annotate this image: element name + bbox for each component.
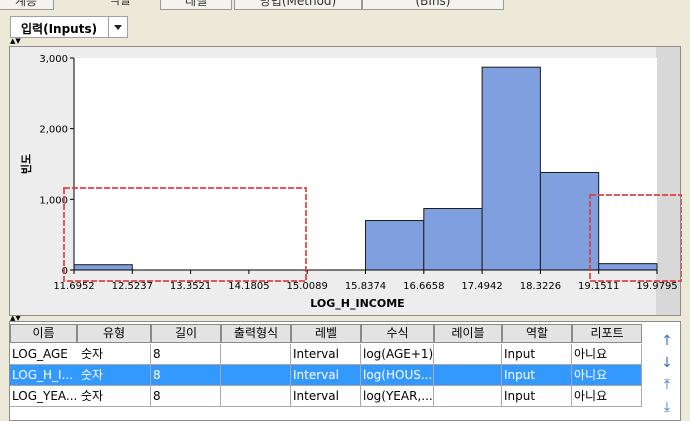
histogram-bar[interactable]: [481, 66, 541, 271]
header-label: 리포트: [590, 326, 624, 340]
histogram-bar[interactable]: [365, 220, 425, 271]
histogram-bar[interactable]: [598, 263, 658, 271]
top-cell-label: 역할: [108, 0, 132, 7]
cell-role[interactable]: Input: [502, 344, 572, 365]
arrow-up-icon: ↑: [661, 333, 673, 349]
x-axis-label: LOG_H_INCOME: [310, 297, 404, 310]
cell-type[interactable]: 숫자: [79, 365, 151, 386]
x-tick-label: 19.9795: [636, 281, 677, 292]
column-header-label[interactable]: 레이블: [434, 324, 502, 343]
column-header-name[interactable]: 이름: [10, 324, 77, 343]
header-label: 역할: [525, 326, 549, 340]
header-label: 수식: [386, 326, 409, 340]
histogram-bar[interactable]: [423, 208, 483, 271]
cell-level[interactable]: Interval: [291, 344, 361, 365]
arrow-down-icon: ↓: [661, 355, 673, 371]
move-top-button[interactable]: ⤒: [658, 376, 676, 394]
cell-level[interactable]: Interval: [291, 365, 361, 386]
column-header-report[interactable]: 리포트: [572, 324, 642, 343]
move-bottom-button[interactable]: ⤓: [658, 398, 676, 416]
cell-format[interactable]: [221, 386, 291, 407]
x-tick-label: 15.8374: [345, 281, 386, 292]
header-label: 유형: [102, 326, 126, 340]
chart-scrollbar[interactable]: [656, 47, 680, 315]
arrow-to-bottom-icon: ⤓: [663, 399, 671, 415]
column-header-formula[interactable]: 수식: [361, 324, 434, 343]
top-cell-label: 방법(Method): [259, 0, 337, 8]
cell-level[interactable]: Interval: [291, 386, 361, 407]
histogram-panel: 0 1,000 2,000 3,000 11.6952 12.5237 13.3521 14.…: [9, 46, 682, 316]
top-cell-3: 레벨: [160, 0, 232, 10]
top-cell-label: (BIns): [415, 0, 451, 8]
cell-format[interactable]: [221, 365, 291, 386]
top-cell-2: 역할: [85, 0, 155, 8]
variables-table-panel: 이름 유형 길이 출력형식 레벨 수식 레이블 역할 리포트 LOG_AGE 8…: [9, 321, 681, 421]
cell-length[interactable]: 8: [151, 386, 221, 407]
column-header-level[interactable]: 레벨: [291, 324, 361, 343]
cell-report[interactable]: 아니요: [572, 365, 642, 386]
column-header-length[interactable]: 길이: [151, 324, 221, 343]
column-header-role[interactable]: 역할: [502, 324, 572, 343]
top-cell-label: 계층: [14, 0, 38, 8]
y-tick-label: 3,000: [39, 54, 68, 65]
cell-label[interactable]: [434, 386, 502, 407]
arrow-to-top-icon: ⤒: [663, 377, 671, 393]
header-label: 길이: [174, 326, 198, 340]
cell-label[interactable]: [434, 344, 502, 365]
header-label: 출력형식: [233, 326, 279, 340]
x-tick-label: 13.3521: [170, 281, 211, 292]
x-tick-label: 15.0089: [287, 281, 328, 292]
x-tick-label: 12.5237: [112, 281, 153, 292]
move-down-button[interactable]: ↓: [658, 354, 676, 372]
dropdown-arrow-button[interactable]: [108, 17, 127, 37]
cell-report[interactable]: 아니요: [572, 344, 642, 365]
top-cell-5: (BIns): [362, 0, 504, 10]
header-label: 이름: [32, 326, 55, 340]
cell-type[interactable]: 숫자: [79, 386, 151, 407]
cell-formula[interactable]: log(YEAR,...: [361, 386, 434, 407]
top-cell-label: 레벨: [184, 0, 208, 8]
column-header-format[interactable]: 출력형식: [221, 324, 291, 343]
y-tick-label: 2,000: [39, 125, 68, 136]
histogram-bar[interactable]: [73, 264, 133, 271]
inputs-dropdown[interactable]: 입력(Inputs): [10, 16, 128, 38]
cell-role[interactable]: Input: [502, 386, 572, 407]
histogram-chart: 01,0002,0003,00011.6952 12.5237 13.3521 14.…: [19, 47, 682, 315]
x-tick-label: 11.6952: [53, 281, 94, 292]
x-tick-label: 16.6658: [403, 281, 444, 292]
x-tick-label: 19.1511: [578, 281, 619, 292]
top-cell-1[interactable]: 계층: [0, 0, 54, 10]
cell-formula[interactable]: log(AGE+1): [361, 344, 434, 365]
column-header-type[interactable]: 유형: [77, 324, 151, 343]
top-strip: 계층 역할 레벨 방법(Method) (BIns): [0, 0, 690, 12]
inputs-dropdown-label: 입력(Inputs): [21, 22, 98, 36]
cell-length[interactable]: 8: [151, 344, 221, 365]
cell-formula[interactable]: log(HOUS...: [361, 365, 434, 386]
move-up-button[interactable]: ↑: [658, 332, 676, 350]
cell-report[interactable]: 아니요: [572, 386, 642, 407]
cell-label[interactable]: [434, 365, 502, 386]
x-tick-label: 14.1805: [228, 281, 269, 292]
x-tick-label: 17.4942: [461, 281, 502, 292]
splitter-arrows-icon[interactable]: ▲▼: [10, 38, 21, 45]
cell-role[interactable]: Input: [502, 365, 572, 386]
cell-length[interactable]: 8: [151, 365, 221, 386]
chevron-down-icon: [114, 25, 122, 30]
top-cell-4: 방법(Method): [234, 0, 362, 10]
header-label: 레이블: [451, 326, 485, 340]
x-tick-label: 18.3226: [520, 281, 561, 292]
header-label: 레벨: [314, 326, 338, 340]
cell-type[interactable]: 숫자: [79, 344, 151, 365]
cell-format[interactable]: [221, 344, 291, 365]
y-axis-label: 빈도: [19, 154, 33, 174]
